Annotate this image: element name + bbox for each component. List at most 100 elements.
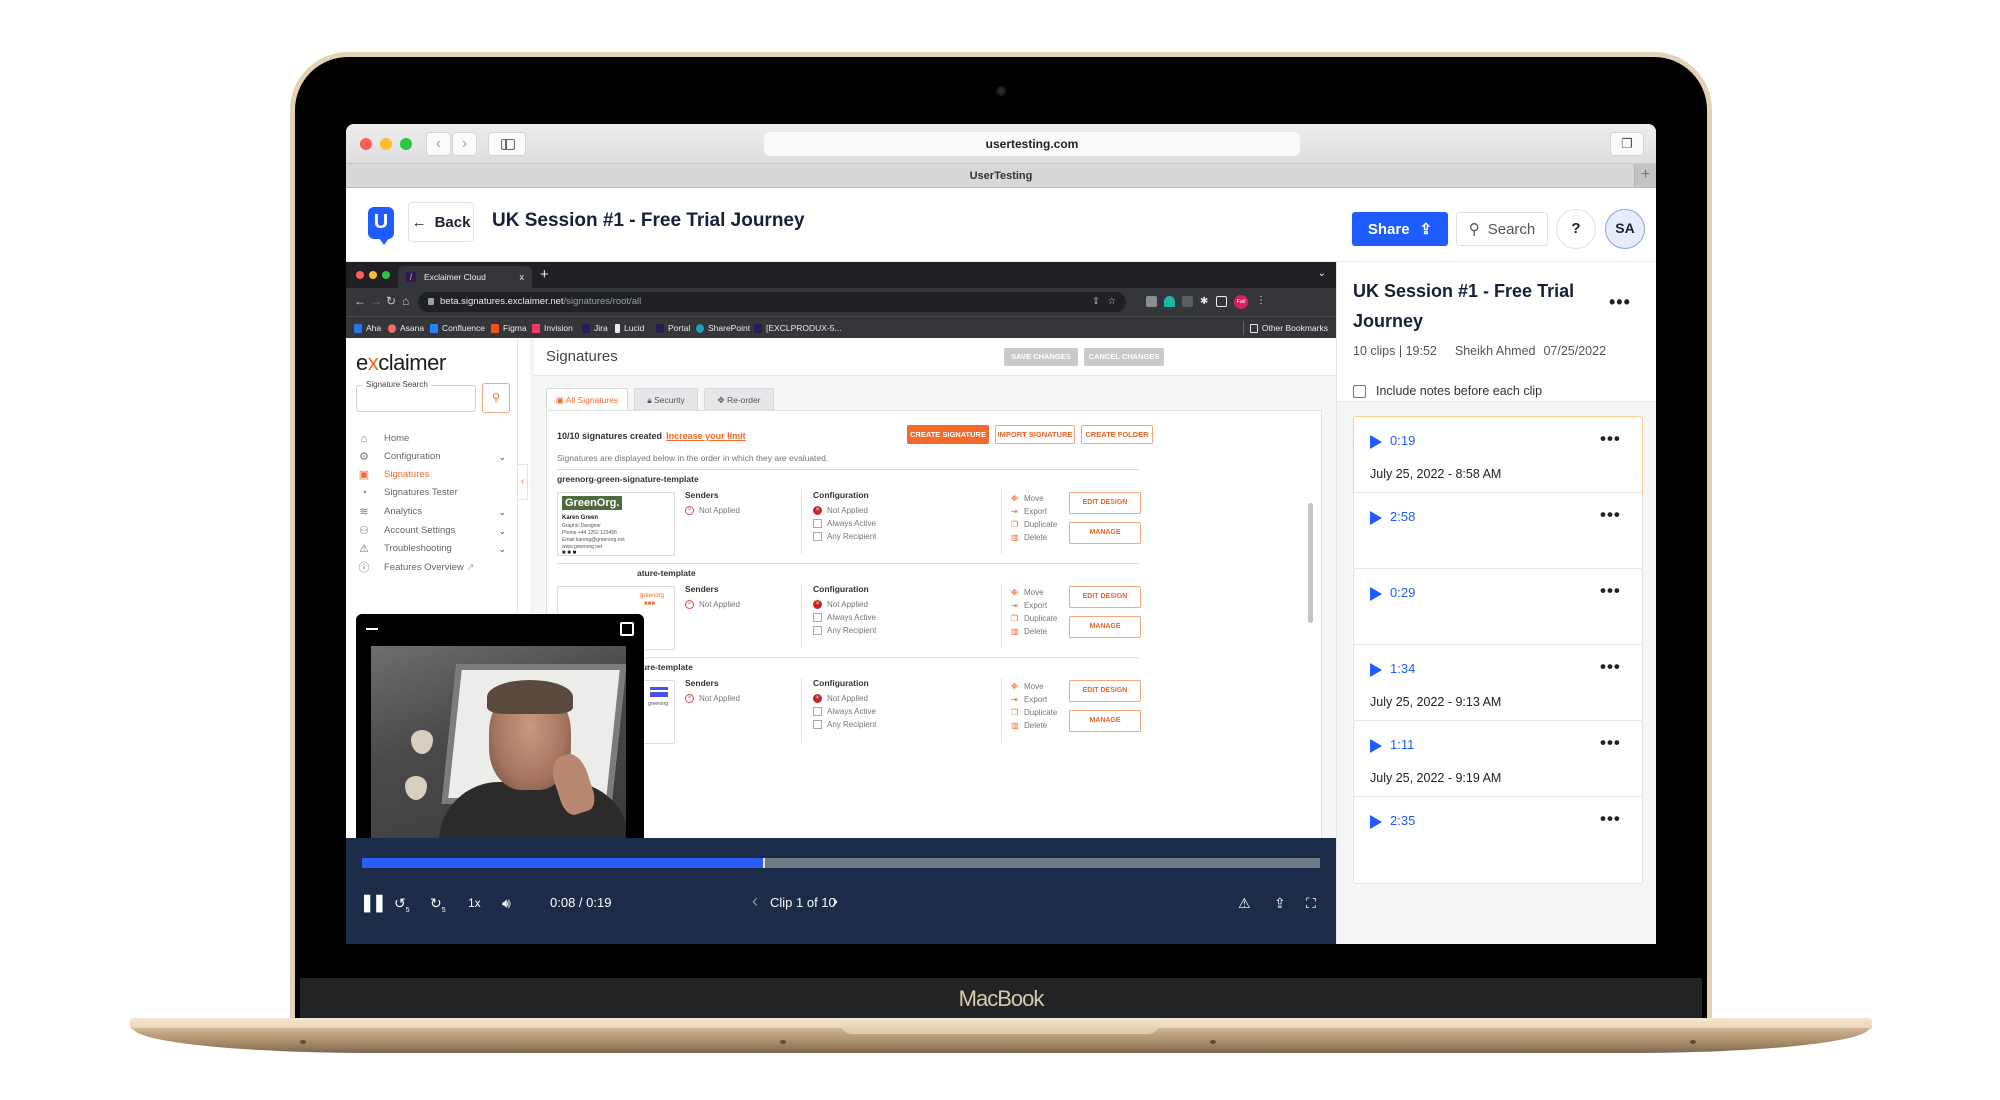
playback-speed-button[interactable]: 1x (468, 894, 481, 912)
page-title: UK Session #1 - Free Trial Journey (492, 210, 805, 231)
x-circle-filled-icon: × (813, 600, 822, 609)
clip-more-button[interactable]: ••• (1600, 429, 1621, 449)
play-icon[interactable] (1370, 587, 1382, 601)
exclaimer-main: Signatures SAVE CHANGES CANCEL CHANGES ▣… (534, 338, 1336, 838)
sidebar-toggle-button[interactable] (488, 132, 526, 156)
include-notes-checkbox[interactable]: Include notes before each clip (1353, 384, 1542, 398)
chevron-left-icon: ‹ (435, 135, 442, 152)
usertesting-logo[interactable]: U (368, 207, 394, 245)
nav-item-home: ⌂ Home (356, 430, 512, 448)
chrome-minimize-dot (369, 271, 377, 279)
warning-icon: ⚠ (1238, 895, 1251, 911)
clip-more-button[interactable]: ••• (1600, 809, 1621, 829)
column-divider (801, 490, 802, 554)
x-circle-filled-icon: × (813, 506, 822, 515)
clip-card[interactable]: 0:29 ••• (1353, 568, 1643, 656)
create-folder-button: CREATE FOLDER (1081, 425, 1153, 444)
signature-count: 10/10 signatures created Increase your li… (557, 431, 746, 441)
configuration-column: Configuration × Not Applied Always Active… (813, 678, 877, 729)
pause-button[interactable]: ❚❚ (360, 894, 386, 912)
play-icon[interactable] (1370, 511, 1382, 525)
fullscreen-button[interactable]: ⛶ (1306, 894, 1316, 912)
analytics-icon: ≋ (359, 506, 369, 518)
rewind-icon: ↺ (394, 895, 406, 911)
minimize-window-button[interactable] (380, 138, 392, 150)
bookmark-item: Jira (582, 317, 608, 339)
progress-fill (362, 858, 765, 868)
reel-more-button[interactable]: ••• (1609, 292, 1631, 313)
puzzle-icon: ✱ (1200, 296, 1209, 307)
clip-card[interactable]: 2:58 ••• (1353, 492, 1643, 580)
close-icon: x (519, 272, 525, 282)
info-icon: ⓘ (358, 562, 370, 574)
senders-column: Senders × Not Applied (685, 490, 740, 515)
play-icon[interactable] (1370, 739, 1382, 753)
back-button[interactable]: ← Back (408, 202, 474, 242)
clip-more-button[interactable]: ••• (1600, 505, 1621, 525)
duplicate-icon: ❐ (1011, 519, 1019, 529)
clip-card[interactable]: 1:11 ••• July 25, 2022 - 9:19 AM (1353, 720, 1643, 808)
clip-card[interactable]: 0:19 ••• July 25, 2022 - 8:58 AM (1353, 416, 1643, 504)
progress-bar[interactable] (362, 858, 1320, 868)
edit-design-button: EDIT DESIGN (1069, 680, 1141, 702)
move-icon: ✥ (1011, 493, 1018, 503)
clip-more-button[interactable]: ••• (1600, 733, 1621, 753)
play-icon[interactable] (1370, 663, 1382, 677)
senders-column: Senders × Not Applied (685, 678, 740, 703)
nav-item-signatures: ▣ Signatures (358, 469, 430, 481)
volume-button[interactable]: 🔊︎ (502, 894, 511, 912)
webcam-overlay (356, 614, 644, 838)
duplicate-icon: ❐ (1011, 613, 1019, 623)
signature-row: ature-template greenorg ■■■ Senders × Not… (557, 563, 1141, 659)
x-circle-icon: × (685, 600, 694, 609)
share-clip-button[interactable]: ⇪ (1274, 894, 1286, 912)
search-icon: ⚲ (1468, 221, 1480, 238)
more-horizontal-icon: ••• (1600, 657, 1621, 676)
skip-back-button[interactable]: ↺5 (394, 894, 410, 920)
help-button[interactable]: ? (1556, 209, 1596, 249)
actions-column: ✥ Move ⇥ Export ❐ Duplicate ▥ Delete (1011, 493, 1058, 542)
bookmark-item: Lucid (615, 317, 644, 339)
signature-search-button: ⚲ (482, 383, 510, 413)
browser-back-button[interactable]: ‹ (426, 132, 451, 156)
expand-webcam-button[interactable] (620, 622, 634, 636)
previous-clip-button[interactable]: ‹ (752, 892, 758, 910)
play-icon[interactable] (1370, 435, 1382, 449)
session-video-frame: / Exclaimer Cloud x + ⌄ ← → ↻ ⌂ beta.sig… (346, 262, 1336, 838)
safari-tab-title[interactable]: UserTesting (970, 170, 1033, 182)
tab-overview-button[interactable]: ❐ (1610, 132, 1644, 156)
zoom-window-button[interactable] (400, 138, 412, 150)
clip-duration: 1:11 (1390, 737, 1415, 752)
envelope-icon (813, 626, 822, 635)
collapse-sidebar-handle: ‹ (518, 464, 528, 500)
clip-card[interactable]: 2:35 ••• (1353, 796, 1643, 884)
chrome-close-dot (356, 271, 364, 279)
reel-title: UK Session #1 - Free Trial Journey (1353, 281, 1575, 331)
chevron-down-icon: ⌄ (1317, 268, 1326, 279)
report-issue-button[interactable]: ⚠ (1238, 894, 1251, 912)
skip-forward-button[interactable]: ↻5 (430, 894, 446, 920)
clip-more-button[interactable]: ••• (1600, 657, 1621, 677)
minimize-webcam-button[interactable] (366, 628, 378, 630)
close-window-button[interactable] (360, 138, 372, 150)
column-divider (801, 584, 802, 648)
export-icon: ⇥ (1011, 506, 1018, 516)
external-link-icon: ↗ (466, 562, 475, 573)
clip-more-button[interactable]: ••• (1600, 581, 1621, 601)
exclaimer-topbar: Signatures SAVE CHANGES CANCEL CHANGES (534, 338, 1336, 376)
progress-scrubber[interactable] (763, 858, 766, 868)
address-bar[interactable]: usertesting.com (764, 132, 1300, 156)
play-icon[interactable] (1370, 815, 1382, 829)
browser-forward-button[interactable]: › (452, 132, 477, 156)
laptop-chin: MacBook (300, 978, 1702, 1020)
search-button[interactable]: ⚲ Search (1456, 212, 1548, 246)
arrow-right-icon: → (370, 294, 382, 308)
new-tab-button[interactable]: + (1634, 164, 1656, 187)
bookmark-item: Figma (491, 317, 527, 339)
extension-icon (1146, 296, 1157, 307)
clip-card[interactable]: 1:34 ••• July 25, 2022 - 9:13 AM (1353, 644, 1643, 732)
next-clip-button[interactable]: › (832, 892, 838, 910)
avatar[interactable]: SA (1605, 209, 1645, 249)
signatures-panel: 10/10 signatures created Increase your li… (546, 410, 1322, 838)
share-button[interactable]: Share ⇪ (1352, 212, 1448, 246)
